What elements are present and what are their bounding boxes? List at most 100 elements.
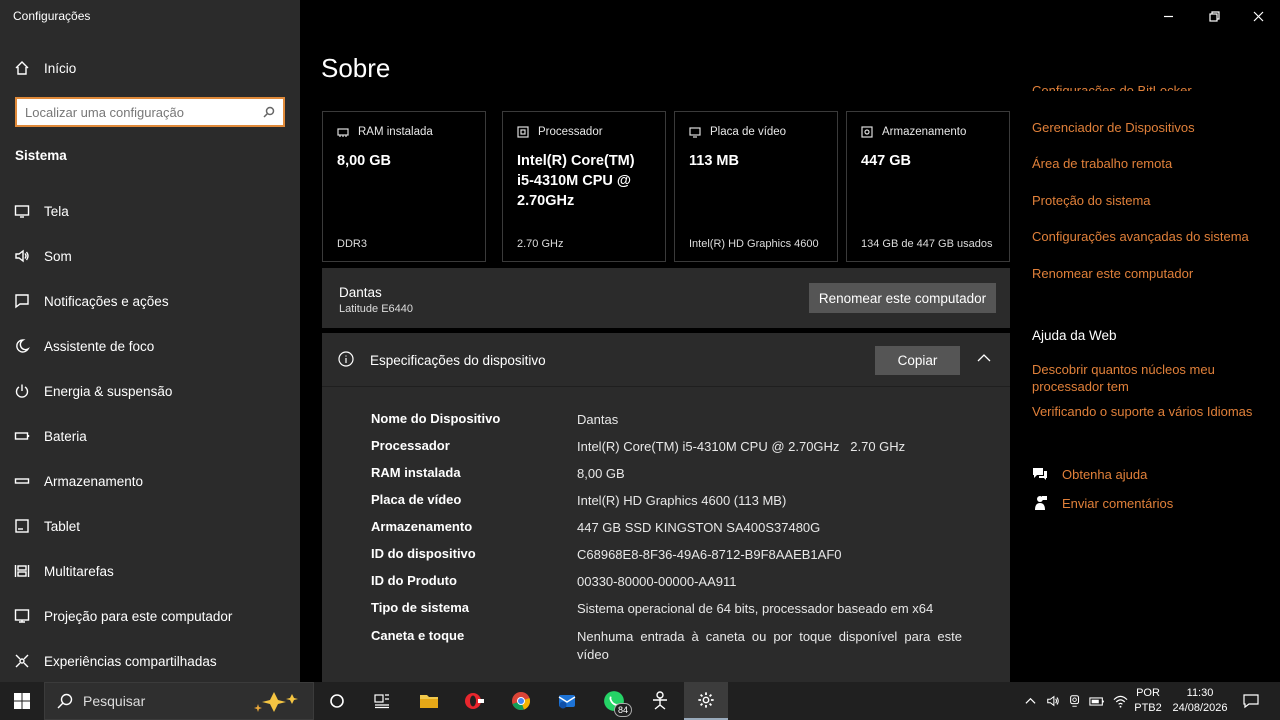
web-help-link-languages[interactable]: Verificando o suporte a vários Idiomas <box>1032 403 1252 420</box>
web-help-link-cores[interactable]: Descobrir quantos núcleos meu processado… <box>1032 361 1252 395</box>
opera-app-button[interactable] <box>452 682 496 720</box>
sidebar-item-tela[interactable]: Tela <box>0 191 300 231</box>
card-label: Processador <box>538 126 603 138</box>
close-button[interactable] <box>1235 0 1280 32</box>
spec-key: ID do dispositivo <box>371 546 476 561</box>
bitlocker-link[interactable]: Configurações do BitLocker <box>1032 82 1192 91</box>
rename-computer-link[interactable]: Renomear este computador <box>1032 265 1193 282</box>
sidebar-item-bateria[interactable]: Bateria <box>0 416 300 456</box>
meet-now-button[interactable] <box>1064 682 1086 720</box>
search-input[interactable] <box>25 104 263 120</box>
sidebar-item-notificacoes[interactable]: Notificações e ações <box>0 281 300 321</box>
multitask-icon <box>0 563 44 579</box>
window-title: Configurações <box>13 9 91 23</box>
specs-header[interactable]: Especificações do dispositivo Copiar <box>322 333 1010 387</box>
sidebar-item-experiencias[interactable]: Experiências compartilhadas <box>0 641 300 681</box>
info-icon <box>338 351 354 367</box>
spec-key: Armazenamento <box>371 519 473 534</box>
card-value: 113 MB <box>689 153 739 169</box>
get-help-link[interactable]: Obtenha ajuda <box>1032 466 1147 482</box>
spec-value: Nenhuma entrada à caneta ou por toque di… <box>577 629 962 662</box>
taskbar-search[interactable] <box>44 682 314 720</box>
chevron-up-icon <box>1024 697 1036 704</box>
sidebar-item-projecao[interactable]: Projeção para este computador <box>0 596 300 636</box>
sidebar-item-label: Tablet <box>44 518 81 534</box>
device-manager-link[interactable]: Gerenciador de Dispositivos <box>1032 119 1195 136</box>
spec-key: Caneta e toque <box>371 628 465 643</box>
sidebar-item-multitarefas[interactable]: Multitarefas <box>0 551 300 591</box>
spec-key: RAM instalada <box>371 465 461 480</box>
feedback-icon <box>1035 496 1047 510</box>
sidebar-item-label: Notificações e ações <box>44 293 169 309</box>
storage-icon <box>0 473 44 489</box>
volume-icon <box>1047 695 1059 707</box>
maximize-button[interactable] <box>1191 0 1237 32</box>
spec-key: Placa de vídeo <box>371 492 462 507</box>
taskbar: 84 POR PTB2 11:30 24/08/2026 <box>0 682 1280 720</box>
copy-button[interactable]: Copiar <box>875 346 960 375</box>
file-explorer-button[interactable] <box>407 682 451 720</box>
sidebar-item-assistente-foco[interactable]: Assistente de foco <box>0 326 300 366</box>
whatsapp-button[interactable]: 84 <box>592 682 636 720</box>
remote-desktop-link[interactable]: Área de trabalho remota <box>1032 155 1172 172</box>
power-icon <box>0 383 44 399</box>
minimize-icon <box>1163 15 1173 17</box>
settings-app-button[interactable] <box>684 682 728 720</box>
card-subtext: DDR3 <box>337 238 367 250</box>
sidebar-item-label: Som <box>44 248 72 264</box>
webcam-icon <box>1070 695 1080 707</box>
storage-card: Armazenamento 447 GB 134 GB de 447 GB us… <box>846 111 1010 262</box>
system-protection-link[interactable]: Proteção do sistema <box>1032 192 1151 209</box>
restore-icon <box>1208 10 1220 22</box>
spec-value: Intel(R) HD Graphics 4600 (113 MB) <box>577 493 787 508</box>
task-view-button[interactable] <box>360 682 404 720</box>
sidebar-item-label: Assistente de foco <box>44 338 155 354</box>
advanced-settings-link[interactable]: Configurações avançadas do sistema <box>1032 228 1249 245</box>
mail-icon <box>558 695 576 709</box>
chevron-up-icon[interactable] <box>977 351 995 369</box>
taskbar-search-input[interactable] <box>83 693 233 709</box>
search-field[interactable] <box>15 97 285 127</box>
sidebar-item-som[interactable]: Som <box>0 236 300 276</box>
card-label: Armazenamento <box>882 126 967 138</box>
language-code: POR <box>1136 687 1160 699</box>
spec-value: Dantas <box>577 412 619 427</box>
action-center-icon <box>1243 694 1259 709</box>
sidebar-item-label: Bateria <box>44 428 87 444</box>
clock[interactable]: 11:30 24/08/2026 <box>1168 686 1232 716</box>
notification-icon <box>0 293 44 309</box>
spec-value: Sistema operacional de 64 bits, processa… <box>577 601 934 616</box>
mail-app-button[interactable] <box>545 682 589 720</box>
sidebar-item-label: Início <box>44 60 77 76</box>
card-value: 447 GB <box>861 153 911 169</box>
home-icon <box>0 60 44 76</box>
sidebar-item-armazenamento[interactable]: Armazenamento <box>0 461 300 501</box>
section-title: Sistema <box>15 148 67 163</box>
notification-badge: 84 <box>613 703 632 717</box>
language-indicator[interactable]: POR PTB2 <box>1133 686 1163 716</box>
device-name: Dantas <box>339 285 382 300</box>
wifi-button[interactable] <box>1108 682 1132 720</box>
sidebar-item-energia[interactable]: Energia & suspensão <box>0 371 300 411</box>
battery-tray-button[interactable] <box>1086 682 1108 720</box>
wifi-icon <box>1113 695 1127 708</box>
clock-date: 24/08/2026 <box>1172 702 1228 714</box>
volume-button[interactable] <box>1042 682 1064 720</box>
action-center-button[interactable] <box>1236 682 1266 720</box>
pinned-app-button[interactable] <box>638 682 682 720</box>
spec-key: Nome do Dispositivo <box>371 411 501 426</box>
sidebar-item-home[interactable]: Início <box>0 48 300 88</box>
start-button[interactable] <box>0 682 44 720</box>
cortana-button[interactable] <box>315 682 359 720</box>
rename-computer-button[interactable]: Renomear este computador <box>809 283 996 313</box>
send-feedback-link[interactable]: Enviar comentários <box>1032 495 1173 511</box>
disk-icon <box>861 126 873 138</box>
sidebar-item-tablet[interactable]: Tablet <box>0 506 300 546</box>
chrome-button[interactable] <box>499 682 543 720</box>
show-hidden-icons-button[interactable] <box>1018 682 1042 720</box>
spec-value: Intel(R) Core(TM) i5-4310M CPU @ 2.70GHz… <box>577 439 906 454</box>
share-icon <box>0 653 44 669</box>
device-specifications-panel: Especificações do dispositivo Copiar Nom… <box>322 333 1010 682</box>
minimize-button[interactable] <box>1145 0 1191 32</box>
sidebar-item-label: Experiências compartilhadas <box>44 653 217 669</box>
